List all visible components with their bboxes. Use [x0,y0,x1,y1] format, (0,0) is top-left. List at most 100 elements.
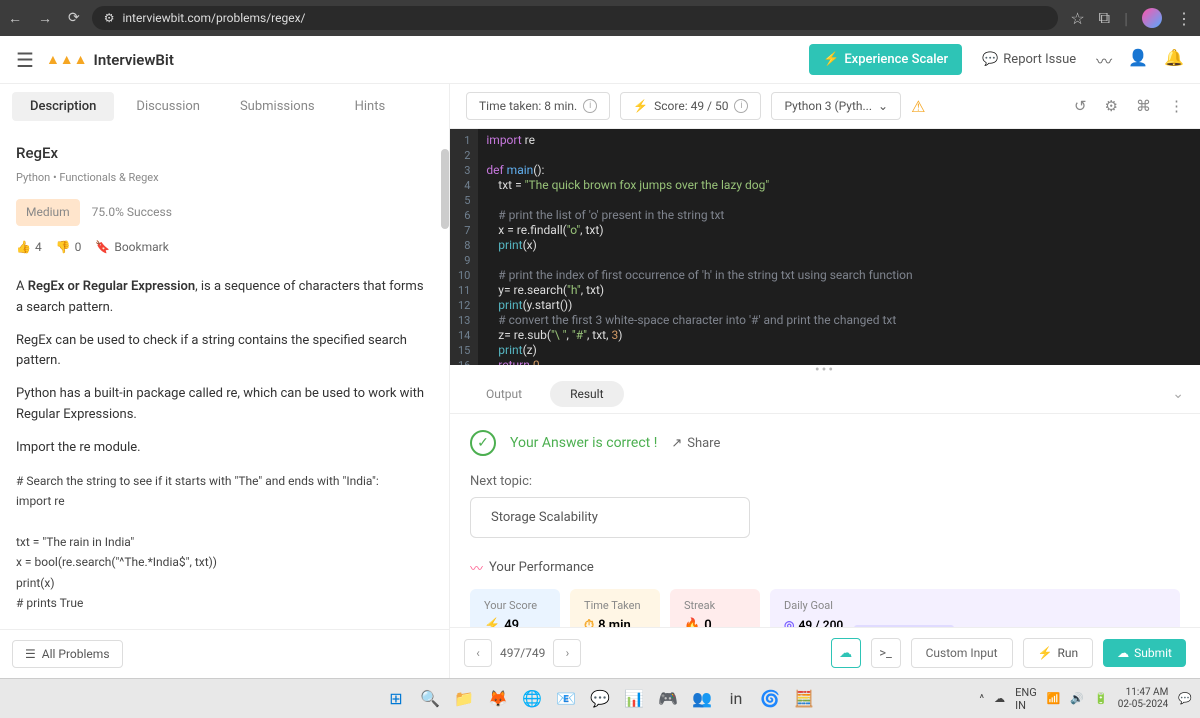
terminal-icon[interactable]: >_ [871,638,901,668]
downvote-button[interactable]: 👎0 [56,238,82,257]
onedrive-icon[interactable]: ☁ [994,692,1005,705]
clock[interactable]: 11:47 AM 02-05-2024 [1118,687,1169,711]
score-pill: ⚡ Score: 49 / 50 i [620,92,761,120]
problem-tabs: Description Discussion Submissions Hints [0,84,449,129]
explorer-icon[interactable]: 📁 [450,685,478,713]
custom-input-button[interactable]: Custom Input [911,638,1013,668]
menu-icon[interactable]: ⋮ [1176,9,1192,28]
share-icon: ↗ [671,436,682,451]
tab-hints[interactable]: Hints [337,92,404,121]
settings-icon[interactable]: ⚙ [1105,97,1118,115]
run-button[interactable]: ⚡Run [1023,638,1094,668]
more-icon[interactable]: ⋮ [1169,97,1184,115]
bookmark-icon: 🔖 [95,238,110,257]
windows-taskbar: ⊞ 🔍 📁 🦊 🌐 📧 💬 📊 🎮 👥 in 🌀 🧮 ^ ☁ ENGIN 📶 🔊… [0,678,1200,718]
wifi-icon[interactable]: 📶 [1047,692,1061,705]
activity-icon[interactable]: 〰 [1096,48,1112,72]
keyboard-icon[interactable]: ⌘ [1136,97,1151,115]
cloud-icon: ☁ [1117,646,1129,660]
forward-icon[interactable]: → [38,10,52,27]
reload-icon[interactable]: ⟳ [68,10,80,27]
search-icon[interactable]: 🔍 [416,685,444,713]
difficulty-badge: Medium [16,199,80,226]
streak-card: Streak 🔥0 [670,589,760,627]
problem-categories: Python • Functionals & Regex [16,169,433,187]
cloud-sync-icon[interactable]: ☁ [831,638,861,668]
share-button[interactable]: ↗Share [671,436,720,451]
url-text: interviewbit.com/problems/regex/ [123,11,306,25]
score-card: Your Score ⚡49 [470,589,560,627]
hamburger-icon[interactable]: ☰ [16,48,34,72]
next-problem-button[interactable]: › [553,639,581,667]
tab-discussion[interactable]: Discussion [118,92,218,121]
discord-icon[interactable]: 🎮 [654,685,682,713]
bookmark-button[interactable]: 🔖Bookmark [95,238,168,257]
linkedin-icon[interactable]: in [722,685,750,713]
fire-icon: 🔥 [684,618,700,627]
tab-result[interactable]: Result [550,381,623,407]
bolt-icon: ⚡ [633,99,648,113]
start-icon[interactable]: ⊞ [382,685,410,713]
info-icon[interactable]: i [734,99,748,113]
info-icon[interactable]: i [583,99,597,113]
warning-icon[interactable]: ⚠ [911,97,925,116]
tab-output[interactable]: Output [466,381,542,407]
time-card: Time Taken ⏱8 min. [570,589,660,627]
problem-description: RegEx Python • Functionals & Regex Mediu… [0,129,449,629]
star-icon[interactable]: ☆ [1070,9,1084,28]
collapse-icon[interactable]: ⌄ [1172,386,1184,402]
thumbs-up-icon: 👍 [16,238,31,257]
resize-handle[interactable]: ••• [450,365,1200,375]
all-problems-button[interactable]: ☰ All Problems [12,640,123,668]
next-topic-button[interactable]: Storage Scalability [470,497,750,538]
code-content[interactable]: import re def main(): txt = "The quick b… [478,129,1200,365]
result-panel: ✓ Your Answer is correct ! ↗Share Next t… [450,414,1200,627]
upvote-button[interactable]: 👍4 [16,238,42,257]
scrollbar[interactable] [441,149,449,229]
bolt-icon: ⚡ [823,52,839,67]
output-tabs: Output Result ⌄ [450,375,1200,414]
language-select[interactable]: Python 3 (Pyth... ⌄ [771,92,901,120]
volume-icon[interactable]: 🔊 [1070,692,1084,705]
user-icon[interactable]: 👤 [1128,48,1148,72]
url-bar[interactable]: ⚙ interviewbit.com/problems/regex/ [92,6,1059,30]
tab-description[interactable]: Description [12,92,114,121]
profile-avatar[interactable] [1142,8,1162,28]
chevron-down-icon: ⌄ [878,99,888,113]
tab-submissions[interactable]: Submissions [222,92,333,121]
tray-chevron-icon[interactable]: ^ [979,692,984,705]
performance-heading: 〰 Your Performance [470,558,1180,577]
language-indicator[interactable]: ENGIN [1015,686,1037,712]
target-icon: ◎ [784,618,794,627]
calculator-icon[interactable]: 🧮 [790,685,818,713]
line-gutter: 12345678910111213141516 [450,129,478,365]
browser-chrome-bar: ← → ⟳ ⚙ interviewbit.com/problems/regex/… [0,0,1200,36]
edge-icon[interactable]: 🌀 [756,685,784,713]
site-info-icon[interactable]: ⚙ [104,11,115,25]
pulse-icon: 〰 [470,558,483,577]
experience-scaler-button[interactable]: ⚡ Experience Scaler [809,44,962,75]
notifications-icon[interactable]: 💬 [1178,692,1192,705]
reset-icon[interactable]: ↺ [1074,97,1087,115]
clock-icon: ⏱ [584,618,594,627]
submit-button[interactable]: ☁Submit [1103,639,1186,667]
app-header: ☰ ▲▲▲ InterviewBit ⚡ Experience Scaler 💬… [0,36,1200,84]
excel-icon[interactable]: 📊 [620,685,648,713]
back-icon[interactable]: ← [8,10,22,27]
bolt-icon: ⚡ [1038,646,1053,660]
battery-icon[interactable]: 🔋 [1094,692,1108,705]
bell-icon[interactable]: 🔔 [1164,48,1184,72]
chrome-icon[interactable]: 🌐 [518,685,546,713]
prev-problem-button[interactable]: ‹ [464,639,492,667]
code-editor[interactable]: 12345678910111213141516 import re def ma… [450,129,1200,365]
success-rate: 75.0% Success [92,203,172,222]
next-topic-label: Next topic: [470,474,1180,489]
whatsapp-icon[interactable]: 💬 [586,685,614,713]
extensions-icon[interactable]: ⧉ [1099,8,1110,28]
outlook-icon[interactable]: 📧 [552,685,580,713]
time-taken-pill: Time taken: 8 min. i [466,92,610,120]
logo[interactable]: ▲▲▲ InterviewBit [46,51,174,69]
report-issue-button[interactable]: 💬 Report Issue [974,44,1084,75]
teams-icon[interactable]: 👥 [688,685,716,713]
firefox-icon[interactable]: 🦊 [484,685,512,713]
